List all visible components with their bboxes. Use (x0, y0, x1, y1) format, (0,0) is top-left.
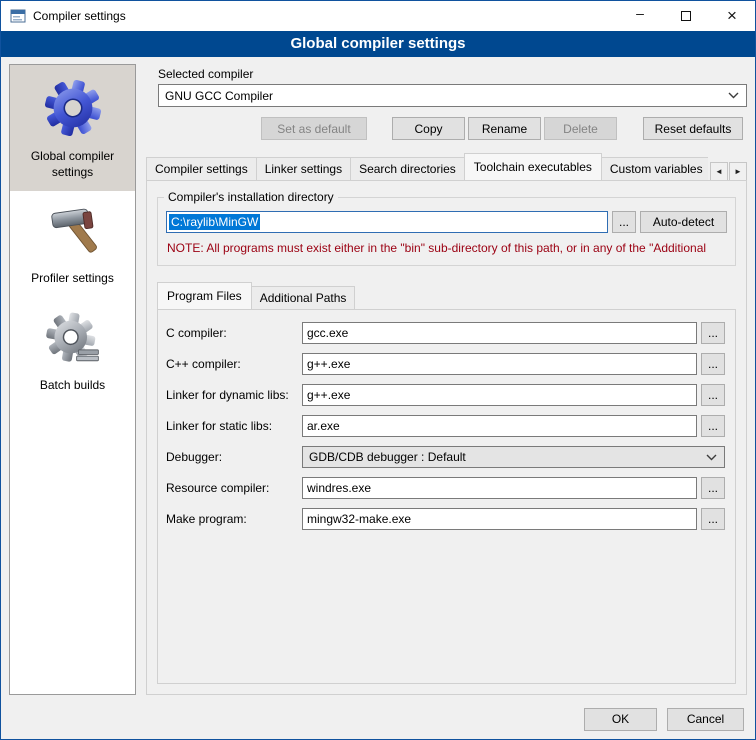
install-dir-browse-button[interactable]: ... (612, 211, 636, 233)
window-title: Compiler settings (33, 9, 126, 23)
toolchain-executables-pane: Compiler's installation directory C:\ray… (146, 180, 747, 695)
window-icon (10, 8, 26, 24)
tab-toolchain-executables[interactable]: Toolchain executables (464, 153, 602, 180)
cpp-compiler-browse-button[interactable]: ... (701, 353, 725, 375)
dialog-body: Global compiler settings Profiler (1, 57, 755, 699)
tab-scroll-left-button[interactable]: ◄ (710, 162, 728, 181)
static-linker-input[interactable] (302, 415, 697, 437)
tab-program-files[interactable]: Program Files (157, 282, 252, 309)
form-row-make-program: Make program: ... (166, 508, 725, 530)
dynamic-linker-label: Linker for dynamic libs: (166, 388, 302, 402)
form-row-static-linker: Linker for static libs: ... (166, 415, 725, 437)
gray-gear-icon (44, 310, 102, 368)
tab-additional-paths[interactable]: Additional Paths (251, 286, 356, 309)
form-row-cpp-compiler: C++ compiler: ... (166, 353, 725, 375)
program-files-pane: C compiler: ... C++ compiler: ... Linker… (157, 309, 736, 684)
titlebar: Compiler settings – × (1, 1, 755, 31)
install-dir-value: C:\raylib\MinGW (169, 214, 260, 230)
set-as-default-button: Set as default (261, 117, 367, 140)
c-compiler-input[interactable] (302, 322, 697, 344)
form-row-resource-compiler: Resource compiler: ... (166, 477, 725, 499)
scroll-right-icon: ► (734, 167, 742, 176)
installation-directory-group: Compiler's installation directory C:\ray… (157, 197, 736, 266)
static-linker-label: Linker for static libs: (166, 419, 302, 433)
make-program-input[interactable] (302, 508, 697, 530)
resource-compiler-browse-button[interactable]: ... (701, 477, 725, 499)
sidebar-item-label: Profiler settings (31, 270, 114, 286)
tab-custom-variables[interactable]: Custom variables (601, 157, 708, 180)
close-button[interactable]: × (709, 1, 755, 31)
dialog-header: Global compiler settings (1, 31, 755, 57)
tab-scroll-buttons: ◄ ► (710, 162, 747, 181)
minimize-button[interactable]: – (617, 1, 663, 31)
installation-directory-row: C:\raylib\MinGW ... Auto-detect (166, 211, 727, 233)
tab-search-directories[interactable]: Search directories (350, 157, 465, 180)
compiler-settings-window: Compiler settings – × Global compiler se… (0, 0, 756, 740)
selected-compiler-value: GNU GCC Compiler (165, 89, 722, 103)
resource-compiler-input[interactable] (302, 477, 697, 499)
resource-compiler-label: Resource compiler: (166, 481, 302, 495)
scroll-left-icon: ◄ (715, 167, 723, 176)
delete-button: Delete (544, 117, 617, 140)
tab-scroll-right-button[interactable]: ► (729, 162, 747, 181)
ok-button[interactable]: OK (584, 708, 657, 731)
cpp-compiler-label: C++ compiler: (166, 357, 302, 371)
c-compiler-browse-button[interactable]: ... (701, 322, 725, 344)
tab-linker-settings[interactable]: Linker settings (256, 157, 351, 180)
make-program-browse-button[interactable]: ... (701, 508, 725, 530)
tabs-scroll-area: Compiler settings Linker settings Search… (146, 152, 708, 180)
chevron-down-icon (728, 92, 739, 99)
auto-detect-button[interactable]: Auto-detect (640, 211, 727, 233)
sidebar-item-global-compiler-settings[interactable]: Global compiler settings (10, 65, 135, 191)
cancel-button[interactable]: Cancel (667, 708, 744, 731)
rename-button[interactable]: Rename (468, 117, 541, 140)
bin-subdirectory-note: NOTE: All programs must exist either in … (167, 241, 726, 255)
sidebar-item-label: Global compiler settings (15, 148, 130, 180)
profiler-tool-icon (44, 203, 102, 261)
c-compiler-label: C compiler: (166, 326, 302, 340)
program-files-section: Program Files Additional Paths C compile… (157, 279, 736, 684)
dynamic-linker-input[interactable] (302, 384, 697, 406)
reset-defaults-button[interactable]: Reset defaults (643, 117, 743, 140)
debugger-label: Debugger: (166, 450, 302, 464)
sub-tabs-scroll-area: Program Files Additional Paths (157, 281, 736, 309)
blue-gear-icon (42, 77, 104, 139)
dialog-footer: OK Cancel (1, 699, 755, 739)
sidebar-item-label: Batch builds (40, 377, 105, 393)
maximize-button[interactable] (663, 1, 709, 31)
selected-compiler-select[interactable]: GNU GCC Compiler (158, 84, 747, 107)
chevron-down-icon (706, 454, 717, 461)
main-tabstrip: Compiler settings Linker settings Search… (146, 152, 747, 180)
maximize-icon (681, 11, 691, 21)
compiler-actions: Set as default Copy Rename Delete Reset … (158, 117, 743, 140)
debugger-value: GDB/CDB debugger : Default (309, 450, 700, 464)
sidebar-item-batch-builds[interactable]: Batch builds (10, 298, 135, 404)
copy-button[interactable]: Copy (392, 117, 465, 140)
selected-compiler-label: Selected compiler (158, 67, 747, 81)
close-icon: × (727, 6, 737, 26)
debugger-select[interactable]: GDB/CDB debugger : Default (302, 446, 725, 468)
install-dir-input[interactable]: C:\raylib\MinGW (166, 211, 608, 233)
installation-directory-group-title: Compiler's installation directory (164, 190, 338, 204)
tab-compiler-settings[interactable]: Compiler settings (146, 157, 257, 180)
make-program-label: Make program: (166, 512, 302, 526)
sidebar-item-profiler-settings[interactable]: Profiler settings (10, 191, 135, 297)
sidebar: Global compiler settings Profiler (9, 64, 136, 695)
cpp-compiler-input[interactable] (302, 353, 697, 375)
form-row-c-compiler: C compiler: ... (166, 322, 725, 344)
sub-tabstrip: Program Files Additional Paths (157, 281, 736, 309)
minimize-icon: – (636, 5, 644, 21)
static-linker-browse-button[interactable]: ... (701, 415, 725, 437)
form-row-dynamic-linker: Linker for dynamic libs: ... (166, 384, 725, 406)
form-row-debugger: Debugger: GDB/CDB debugger : Default (166, 446, 725, 468)
main-panel: Selected compiler GNU GCC Compiler Set a… (146, 64, 747, 695)
dynamic-linker-browse-button[interactable]: ... (701, 384, 725, 406)
window-controls: – × (617, 1, 755, 31)
